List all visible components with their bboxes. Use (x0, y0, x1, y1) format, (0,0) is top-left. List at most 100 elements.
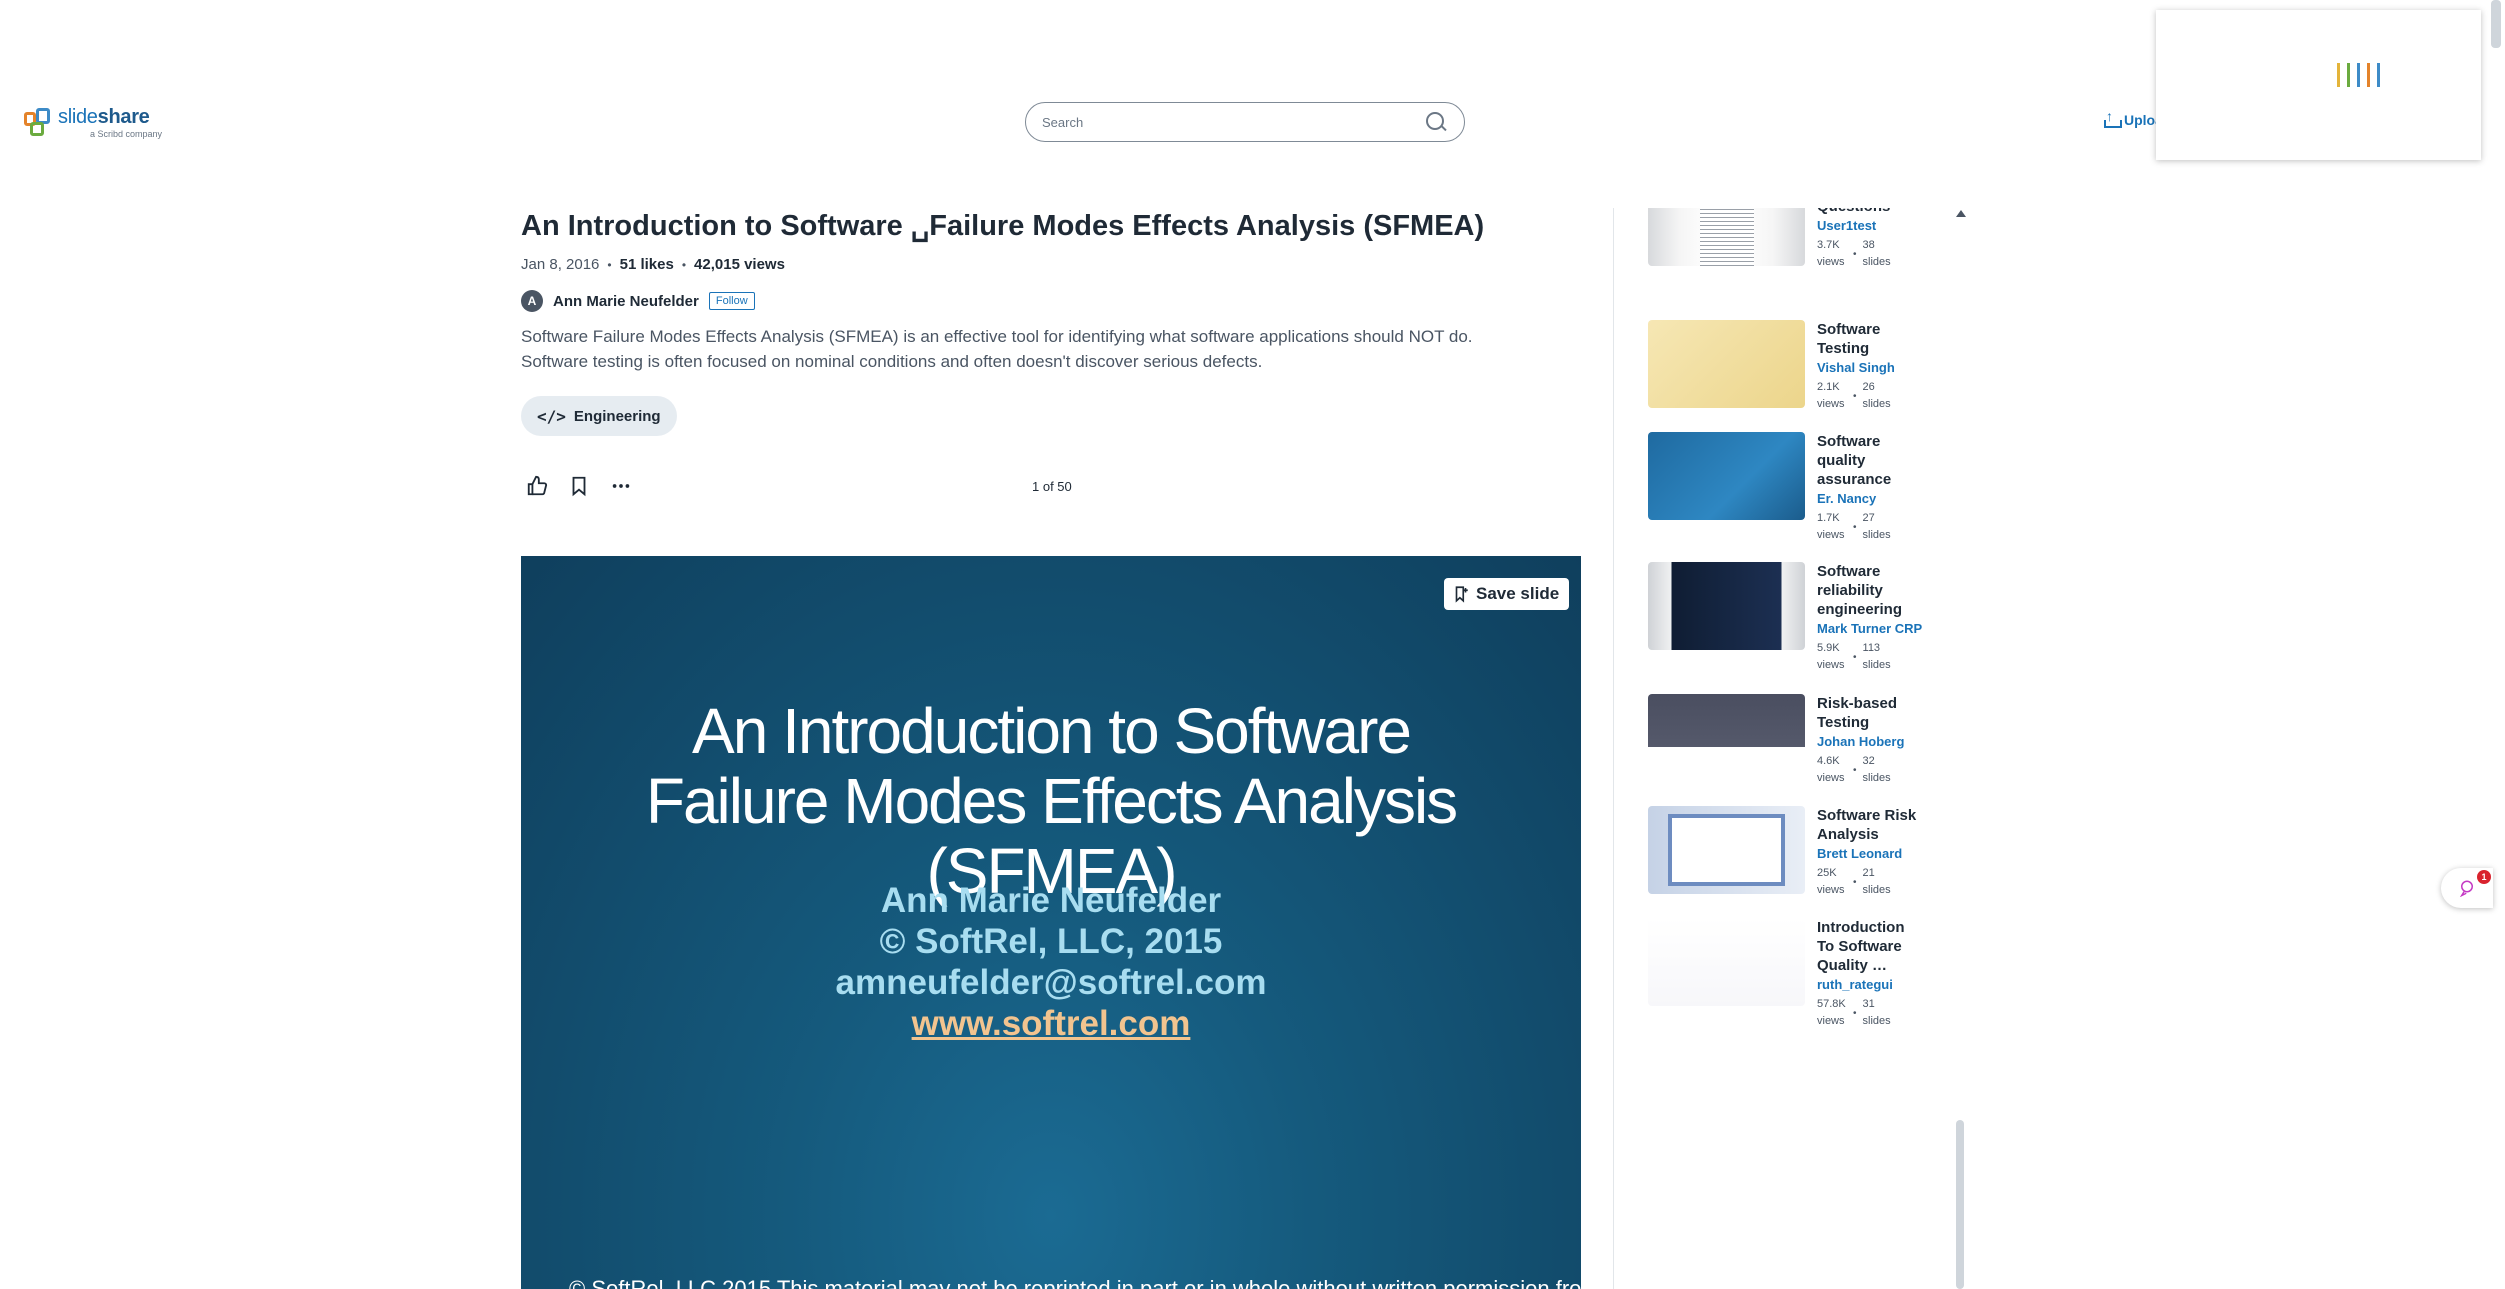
related-slides: 113 slides (1862, 642, 1891, 671)
related-thumbnail[interactable] (1648, 320, 1805, 408)
related-author[interactable]: ruth_rategui (1817, 977, 1922, 992)
related-title[interactable]: Testing Questions (1817, 208, 1922, 216)
thumbs-up-icon (527, 475, 548, 496)
notification-badge: 1 (2477, 870, 2491, 884)
related-views: 4.6K views (1817, 755, 1845, 784)
document-description: Software Failure Modes Effects Analysis … (521, 327, 1473, 371)
related-slides: 26 slides (1862, 381, 1891, 410)
code-icon: </> (537, 406, 566, 426)
search-icon[interactable] (1424, 110, 1448, 134)
related-author[interactable]: Mark Turner CRP (1817, 621, 1922, 636)
related-views: 5.9K views (1817, 642, 1845, 671)
logo-subtitle: a Scribd company (90, 129, 163, 139)
related-thumbnail[interactable] (1648, 562, 1805, 650)
related-title[interactable]: Software reliability engineering (1817, 562, 1922, 619)
logo-name: slideshare (58, 106, 150, 128)
related-card[interactable]: Software quality assurance Er. Nancy 1.7K v… (1648, 432, 1922, 544)
related-card[interactable]: Software reliability engineering Mark Tur… (1648, 562, 1922, 674)
related-author[interactable]: Er. Nancy (1817, 491, 1922, 506)
ad-popup (2156, 10, 2481, 160)
page-title: An Introduction to Software ␣Failure Mod… (521, 210, 1485, 242)
related-views: 57.8K views (1817, 998, 1846, 1027)
column-divider (1613, 208, 1614, 1289)
related-card[interactable]: Introduction To Software Quality … ruth_r… (1648, 918, 1922, 1030)
slide-email: amneufelder@softrel.com (835, 963, 1267, 1002)
related-author[interactable]: User1test (1817, 218, 1922, 233)
page-counter: 1 of 50 (1032, 479, 1072, 494)
related-title[interactable]: Software Risk Analysis (1817, 806, 1922, 844)
loader-bar (2337, 63, 2340, 87)
likes-count[interactable]: 51 likes (620, 256, 674, 273)
loader-bar (2367, 63, 2370, 87)
related-views: 25K views (1817, 867, 1845, 896)
category-label: Engineering (573, 407, 661, 425)
author-name[interactable]: Ann Marie Neufelder (553, 293, 699, 310)
related-title[interactable]: Introduction To Software Quality … (1817, 918, 1922, 975)
related-stats: 2.1K views • 26 slides (1817, 379, 1922, 413)
related-thumbnail[interactable] (1648, 918, 1805, 1006)
author-row: A Ann Marie Neufelder Follow (521, 290, 755, 312)
related-thumbnail[interactable] (1648, 806, 1805, 894)
related-slides: 27 slides (1862, 512, 1891, 541)
related-title[interactable]: Software quality assurance (1817, 432, 1922, 489)
chat-button[interactable]: 1 (2441, 868, 2493, 908)
scroll-up-arrow-icon[interactable] (1956, 210, 1966, 217)
search-input[interactable] (1042, 114, 1424, 130)
related-slides: 32 slides (1862, 755, 1891, 784)
related-thumbnail[interactable] (1648, 432, 1805, 520)
upload-icon (2104, 108, 2122, 128)
follow-button[interactable]: Follow (708, 292, 755, 310)
save-slide-button[interactable]: Save slide (1444, 578, 1570, 610)
loading-indicator (2337, 63, 2380, 87)
related-author[interactable]: Johan Hoberg (1817, 734, 1922, 749)
search-bar[interactable] (1025, 102, 1465, 142)
action-bar (525, 474, 633, 498)
loader-bar (2347, 63, 2350, 87)
save-slide-label: Save slide (1476, 584, 1560, 603)
related-title[interactable]: Risk-based Testing (1817, 694, 1922, 732)
related-card[interactable]: Software Risk Analysis Brett Leonard 25K vi… (1648, 806, 1922, 899)
slideshare-logo-icon (24, 108, 52, 138)
more-horizontal-icon (612, 484, 630, 488)
related-thumbnail[interactable] (1648, 694, 1805, 782)
page-scrollbar[interactable] (2491, 0, 2501, 48)
more-options-button[interactable] (609, 474, 633, 498)
related-stats: 1.7K views • 27 slides (1817, 510, 1922, 544)
related-author[interactable]: Brett Leonard (1817, 846, 1922, 861)
related-title[interactable]: Software Testing (1817, 320, 1922, 358)
slideshare-logo[interactable]: slideshare a Scribd company (24, 104, 162, 142)
related-slides: 21 slides (1862, 867, 1891, 896)
slide-copyright: © SoftRel, LLC, 2015 (879, 922, 1223, 961)
related-card[interactable]: Risk-based Testing Johan Hoberg 4.6K views •… (1648, 694, 1922, 787)
document-meta: Jan 8, 2016 • 51 likes • 42,015 views (521, 256, 785, 273)
views-count: 42,015 views (694, 256, 785, 273)
bookmark-plus-icon (1455, 586, 1468, 603)
avatar[interactable]: A (521, 290, 543, 312)
related-stats: 25K views • 21 slides (1817, 865, 1922, 899)
related-stats: 4.6K views • 32 slides (1817, 753, 1922, 787)
slide-author: Ann Marie Neufelder (880, 881, 1222, 920)
loader-bar (2357, 63, 2360, 87)
slide-footer: © SoftRel, LLC 2015 This material may no… (569, 1276, 1581, 1289)
related-stats: 3.7K views • 38 slides (1817, 237, 1922, 271)
related-stats: 5.9K views • 113 slides (1817, 640, 1922, 674)
save-button[interactable] (567, 474, 591, 498)
slide-viewer[interactable]: Save slide An Introduction to Software F… (521, 556, 1581, 1289)
sidebar-scrollbar[interactable] (1956, 1120, 1964, 1289)
related-slides: 31 slides (1862, 998, 1891, 1027)
related-card[interactable]: Testing Questions User1test 3.7Kviews•38sl… (1648, 208, 1922, 271)
related-card[interactable]: Software Testing Vishal Singh 2.1K views • 26… (1648, 320, 1922, 413)
category-chip[interactable]: </> Engineering (521, 396, 677, 436)
publish-date: Jan 8, 2016 (521, 256, 600, 273)
related-views: 2.1K views (1817, 381, 1845, 410)
slide-subtitle: Ann Marie Neufelder © SoftRel, LLC, 2015… (521, 880, 1581, 1044)
related-thumbnail[interactable] (1648, 208, 1805, 266)
related-views: 1.7K views (1817, 512, 1845, 541)
loader-bar (2377, 63, 2380, 87)
like-button[interactable] (525, 474, 549, 498)
slide-title: An Introduction to Software Failure Mode… (645, 695, 1458, 907)
slide-website: www.softrel.com (911, 1004, 1191, 1043)
related-sidebar: Testing Questions User1test 3.7Kviews•38sl… (1648, 208, 1948, 1289)
related-slides: 38 slides (1862, 239, 1891, 268)
related-author[interactable]: Vishal Singh (1817, 360, 1922, 375)
